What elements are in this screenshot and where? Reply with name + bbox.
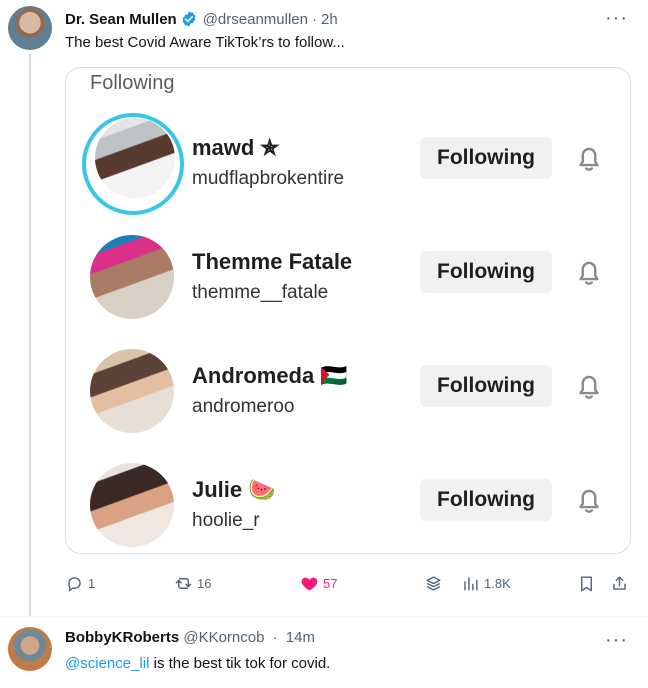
reply-header: BobbyKRoberts @KKorncob · 14m — [65, 629, 315, 646]
author-handle[interactable]: @drseanmullen — [203, 11, 308, 28]
profile-name[interactable]: Andromeda 🇵🇸 — [192, 363, 348, 389]
more-options-icon[interactable]: ··· — [605, 7, 628, 30]
heart-icon — [301, 577, 318, 591]
reply-action[interactable]: 1 — [65, 574, 95, 593]
reply-text: @science_lil is the best tik tok for cov… — [65, 654, 330, 674]
reply-author-name[interactable]: BobbyKRoberts — [65, 629, 179, 646]
reply-more-options-icon[interactable]: ··· — [605, 629, 628, 652]
reply-time[interactable]: 14m — [286, 629, 315, 646]
tweet-actions: 1 16 57 1.8K — [65, 574, 635, 598]
stack-action[interactable] — [424, 574, 443, 593]
reply-time-separator: · — [272, 629, 278, 646]
retweet-action[interactable]: 16 — [174, 574, 211, 593]
tweet-text: The best Covid Aware TikTok’rs to follow… — [65, 34, 345, 51]
profile-handle[interactable]: andromeroo — [192, 396, 294, 418]
following-button[interactable]: Following — [420, 251, 552, 293]
like-count: 57 — [323, 576, 338, 591]
profile-avatar[interactable] — [90, 463, 174, 547]
profile-avatar[interactable] — [90, 235, 174, 319]
views-action[interactable]: 1.8K — [461, 574, 511, 593]
profile-row: mawd ✯ mudflapbrokentire Following — [66, 113, 630, 223]
profile-name[interactable]: Themme Fatale — [192, 249, 352, 275]
share-icon — [613, 576, 626, 590]
profile-name[interactable]: Julie 🍉 — [192, 477, 276, 503]
following-button[interactable]: Following — [420, 365, 552, 407]
retweet-count: 16 — [197, 576, 212, 591]
reply-author-handle[interactable]: @KKorncob — [183, 629, 264, 646]
views-chart-icon — [464, 577, 478, 591]
profile-handle[interactable]: themme__fatale — [192, 282, 328, 304]
profile-row: Andromeda 🇵🇸 andromeroo Following — [66, 343, 630, 451]
author-name[interactable]: Dr. Sean Mullen — [65, 11, 177, 28]
bell-icon[interactable] — [572, 482, 606, 518]
bell-icon[interactable] — [572, 140, 606, 176]
reply-body: is the best tik tok for covid. — [149, 655, 331, 672]
following-button[interactable]: Following — [420, 479, 552, 521]
bookmark-icon — [581, 576, 592, 592]
retweet-icon — [175, 578, 192, 589]
profile-avatar[interactable] — [95, 118, 175, 198]
time-separator: · — [311, 10, 317, 28]
like-action[interactable]: 57 — [300, 574, 337, 593]
card-title: Following — [90, 72, 175, 94]
profile-row: Julie 🍉 hoolie_r Following — [66, 457, 630, 553]
tweet-time[interactable]: 2h — [321, 11, 338, 28]
profile-row: Themme Fatale themme__fatale Following — [66, 229, 630, 337]
bell-icon[interactable] — [572, 368, 606, 404]
following-button[interactable]: Following — [420, 137, 552, 179]
stack-icon — [426, 576, 441, 591]
reply-tweet[interactable]: BobbyKRoberts @KKorncob · 14m ··· @scien… — [0, 617, 648, 688]
thread-line — [29, 54, 31, 616]
mention-link[interactable]: @science_lil — [65, 655, 149, 672]
profile-avatar[interactable] — [90, 349, 174, 433]
tweet[interactable]: Dr. Sean Mullen @drseanmullen · 2h ··· T… — [0, 0, 648, 616]
reply-count: 1 — [88, 576, 96, 591]
tweet-header: Dr. Sean Mullen @drseanmullen · 2h — [65, 8, 338, 30]
reply-author-avatar[interactable] — [8, 627, 52, 671]
bell-icon[interactable] — [572, 254, 606, 290]
share-action[interactable] — [610, 574, 629, 593]
bookmark-action[interactable] — [577, 574, 596, 593]
profile-handle[interactable]: hoolie_r — [192, 510, 260, 532]
views-count: 1.8K — [484, 576, 511, 591]
tiktok-following-screenshot[interactable]: Following mawd ✯ mudflapbrokentire Follo… — [65, 67, 631, 554]
author-avatar[interactable] — [8, 6, 52, 50]
verified-badge-icon — [182, 11, 196, 27]
profile-handle[interactable]: mudflapbrokentire — [192, 168, 344, 190]
reply-icon — [68, 577, 81, 592]
profile-name[interactable]: mawd ✯ — [192, 135, 279, 161]
